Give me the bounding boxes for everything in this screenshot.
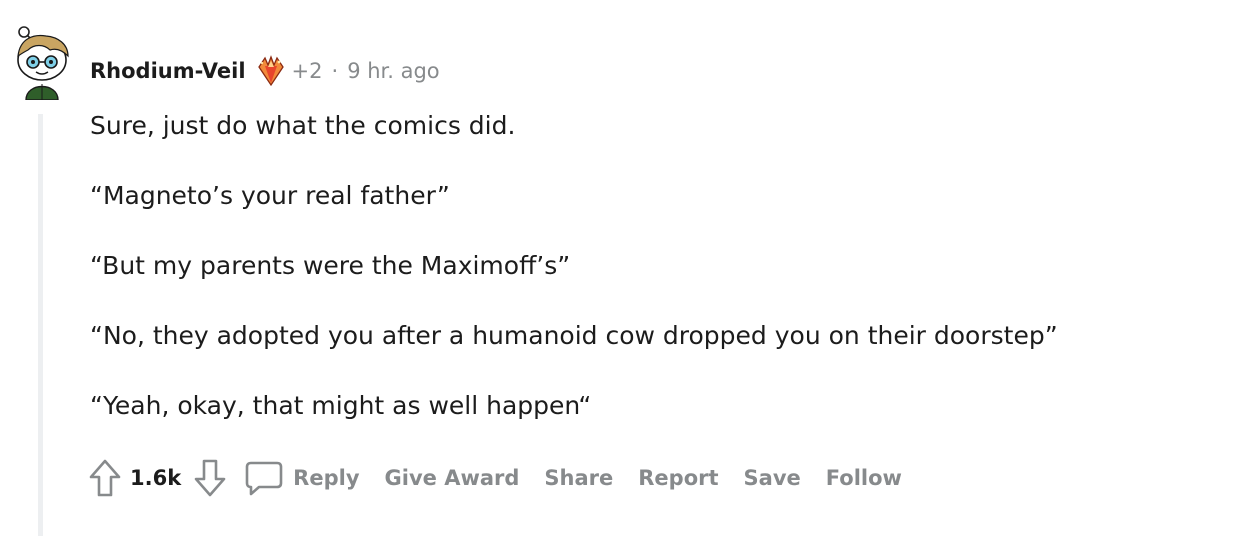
comment-header: Rhodium-Veil +2 · 9 hr. ago	[90, 54, 440, 88]
separator-dot: ·	[331, 59, 339, 83]
comment-paragraph: “No, they adopted you after a humanoid c…	[90, 321, 1058, 350]
comment-actions: 1.6k Reply Give Award Share Report Save …	[84, 454, 902, 502]
save-button[interactable]: Save	[744, 455, 801, 501]
snoo-avatar-icon	[17, 26, 69, 101]
upvote-button[interactable]	[84, 455, 126, 501]
award-count[interactable]: +2	[292, 59, 323, 83]
downvote-arrow-icon	[194, 459, 226, 497]
comment-paragraph: “Magneto’s your real father”	[90, 181, 450, 210]
follow-label[interactable]: Follow	[826, 466, 902, 490]
reply-button[interactable]: Reply	[245, 455, 360, 501]
speech-bubble-icon	[245, 461, 283, 496]
thread-line[interactable]	[38, 114, 43, 536]
username-link[interactable]: Rhodium-Veil	[90, 59, 246, 83]
give-award-button[interactable]: Give Award	[385, 455, 520, 501]
save-label[interactable]: Save	[744, 466, 801, 490]
avatar[interactable]	[12, 22, 72, 101]
timestamp[interactable]: 9 hr. ago	[347, 59, 439, 83]
give-award-label[interactable]: Give Award	[385, 466, 520, 490]
share-button[interactable]: Share	[544, 455, 613, 501]
vote-score: 1.6k	[130, 466, 182, 490]
crystal-flair-icon[interactable]	[256, 55, 286, 87]
downvote-button[interactable]	[189, 455, 231, 501]
comment-paragraph: Sure, just do what the comics did.	[90, 111, 516, 140]
report-label[interactable]: Report	[638, 466, 718, 490]
report-button[interactable]: Report	[638, 455, 718, 501]
share-label[interactable]: Share	[544, 466, 613, 490]
comment-body: Sure, just do what the comics did. “Magn…	[90, 106, 1230, 456]
reply-label[interactable]: Reply	[293, 466, 359, 490]
upvote-arrow-icon	[89, 459, 121, 497]
comment-paragraph: “But my parents were the Maximoff’s”	[90, 251, 571, 280]
comment-paragraph: “Yeah, okay, that might as well happen“	[90, 391, 592, 420]
follow-button[interactable]: Follow	[826, 455, 902, 501]
